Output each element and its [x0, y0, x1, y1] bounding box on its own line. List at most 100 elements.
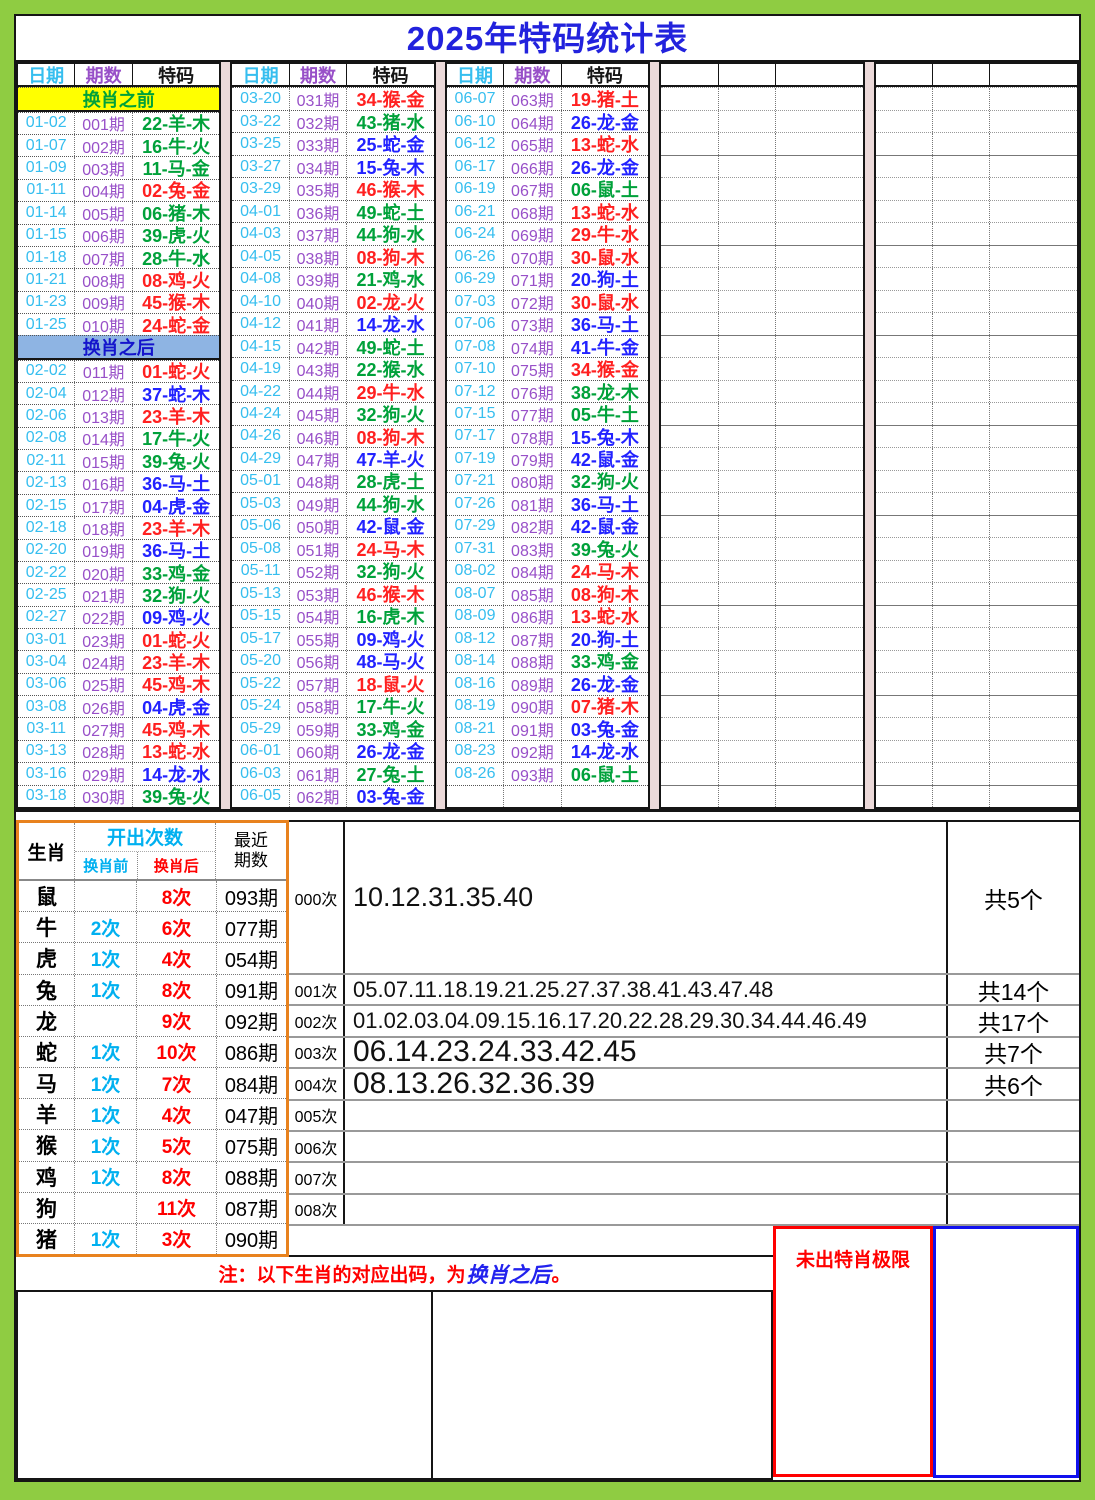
period-header — [718, 64, 776, 85]
period-cell — [718, 606, 776, 627]
date-cell: 07-31 — [447, 540, 503, 558]
period-cell: 075期 — [503, 358, 561, 379]
empty-draw-row — [661, 177, 862, 199]
note-row: 注：以下生肖的对应出码，为换肖之后。 — [16, 1257, 773, 1290]
period-cell — [932, 628, 990, 649]
date-cell: 08-23 — [447, 742, 503, 760]
zodiac-stat-row: 虎1次4次054期 — [19, 942, 286, 973]
frequency-numbers — [345, 1195, 946, 1224]
empty-draw-row — [661, 110, 862, 132]
draw-row: 04-03037期44-狗-水 — [232, 222, 433, 244]
special-code-cell: 34-猴-金 — [562, 357, 649, 379]
period-cell — [932, 538, 990, 559]
period-cell: 014期 — [74, 428, 132, 449]
frequency-label — [289, 1226, 343, 1255]
period-cell — [932, 358, 990, 379]
period-cell: 027期 — [74, 718, 132, 739]
zodiac-stat-row: 蛇1次10次086期 — [19, 1036, 286, 1067]
empty-draw-row — [661, 650, 862, 672]
empty-draw-row — [876, 200, 1077, 222]
empty-draw-row — [876, 470, 1077, 492]
recent-period: 077期 — [216, 912, 286, 942]
zodiac-name: 虎 — [19, 943, 74, 973]
special-code-cell: 36-马-土 — [133, 471, 220, 493]
content-frame: 2025年特码统计表 日期期数特码换肖之前01-02001期22-羊-木01-0… — [14, 14, 1081, 1482]
period-cell: 001期 — [74, 113, 132, 134]
period-cell: 032期 — [289, 111, 347, 132]
empty-draw-row — [876, 740, 1077, 762]
empty-draw-row — [661, 740, 862, 762]
count-before-switch: 1次 — [74, 1224, 136, 1254]
draw-row: 05-03049期44-狗-水 — [232, 492, 433, 514]
page-title: 2025年特码统计表 — [16, 16, 1079, 60]
special-code-cell: 15-兔-木 — [347, 155, 434, 177]
period-cell: 023期 — [74, 629, 132, 650]
empty-draw-row — [876, 177, 1077, 199]
draw-row: 03-16029期14-龙-水 — [18, 762, 219, 784]
period-cell: 085期 — [503, 583, 561, 604]
code-header: 特码 — [133, 64, 220, 87]
recent-period: 084期 — [216, 1068, 286, 1098]
empty-draw-row — [661, 762, 862, 784]
draw-row: 07-03072期30-鼠-水 — [447, 290, 648, 312]
code-header: 特码 — [347, 64, 434, 87]
frequency-total: 共17个 — [946, 1006, 1079, 1035]
date-cell: 07-17 — [447, 427, 503, 445]
date-cell: 06-21 — [447, 203, 503, 221]
period-cell: 091期 — [503, 718, 561, 739]
period-cell — [932, 178, 990, 199]
period-cell: 029期 — [74, 763, 132, 784]
date-cell: 05-24 — [232, 697, 288, 715]
date-cell: 06-24 — [447, 225, 503, 243]
draw-row: 01-18007期28-牛-水 — [18, 246, 219, 268]
period-cell — [932, 516, 990, 537]
note-prefix: 注：以下生肖的对应出码，为 — [218, 1260, 465, 1287]
frequency-numbers: 06.14.23.24.33.42.45 — [345, 1038, 946, 1067]
limit-box-title: 未出特肖极限 — [776, 1229, 930, 1288]
draw-row: 02-27022期09-鸡-火 — [18, 606, 219, 628]
special-code-cell: 13-蛇-水 — [133, 740, 220, 762]
frequency-label: 003次 — [289, 1038, 345, 1067]
frequency-numbers: 10.12.31.35.40 — [345, 822, 946, 973]
date-cell: 03-16 — [18, 765, 74, 783]
date-cell: 03-11 — [18, 720, 74, 738]
date-cell: 01-07 — [18, 137, 74, 155]
period-cell — [718, 516, 776, 537]
date-cell: 08-16 — [447, 675, 503, 693]
period-cell: 058期 — [289, 696, 347, 717]
date-cell: 08-14 — [447, 652, 503, 670]
empty-draw-row — [661, 155, 862, 177]
zodiac-stat-row: 猴1次5次075期 — [19, 1129, 286, 1160]
period-cell — [718, 133, 776, 154]
frequency-label: 000次 — [289, 822, 345, 973]
date-cell: 07-19 — [447, 450, 503, 468]
stats-header-counts: 开出次数 换肖前 换肖后 — [74, 823, 216, 879]
special-code-cell: 19-猪-土 — [562, 87, 649, 109]
draw-row: 07-12076期38-龙-木 — [447, 380, 648, 402]
code-header: 特码 — [562, 64, 649, 87]
period-cell — [718, 201, 776, 222]
period-cell — [718, 673, 776, 694]
period-cell: 076期 — [503, 381, 561, 402]
count-before-switch: 1次 — [74, 1162, 136, 1192]
recent-period: 075期 — [216, 1130, 286, 1160]
draw-row: 02-15017期04-虎-金 — [18, 494, 219, 516]
draw-row: 06-21068期13-蛇-水 — [447, 200, 648, 222]
period-cell — [718, 493, 776, 514]
period-cell: 013期 — [74, 405, 132, 426]
date-cell: 03-20 — [232, 90, 288, 108]
table-header-row: 日期期数特码 — [447, 64, 648, 87]
date-cell: 03-06 — [18, 675, 74, 693]
period-cell: 088期 — [503, 651, 561, 672]
lottery-stats-page: 2025年特码统计表 日期期数特码换肖之前01-02001期22-羊-木01-0… — [0, 0, 1095, 1500]
special-code-cell: 28-牛-水 — [133, 246, 220, 268]
period-cell — [932, 403, 990, 424]
zodiac-name: 猪 — [19, 1224, 74, 1254]
empty-draw-row — [661, 290, 862, 312]
period-cell: 083期 — [503, 538, 561, 559]
period-cell: 037期 — [289, 223, 347, 244]
special-code-cell: 08-狗-木 — [347, 245, 434, 267]
empty-draw-row — [876, 290, 1077, 312]
period-cell — [932, 493, 990, 514]
special-code-cell: 15-兔-木 — [562, 425, 649, 447]
